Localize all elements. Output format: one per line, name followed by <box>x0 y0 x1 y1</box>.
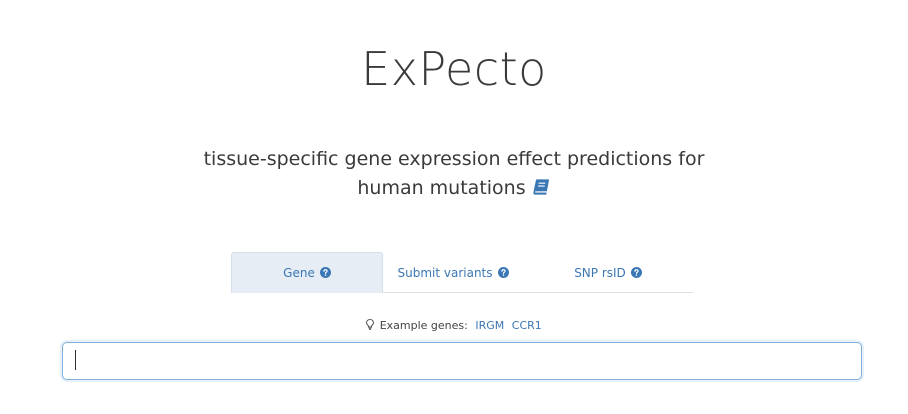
question-circle-icon[interactable] <box>319 267 331 278</box>
tab-gene-label: Gene <box>283 265 315 280</box>
example-genes-label: Example genes: <box>379 319 468 332</box>
page-title: ExPecto <box>361 42 547 96</box>
book-icon[interactable] <box>532 178 551 196</box>
example-genes: Example genes: IRGM CCR1 <box>0 319 908 332</box>
lightbulb-icon <box>366 319 375 330</box>
query-tabs: Gene Submit variants SNP rsID <box>231 252 693 293</box>
example-gene-link-irgm[interactable]: IRGM <box>475 319 504 332</box>
tab-snp-rsid[interactable]: SNP rsID <box>523 252 693 293</box>
tagline-line-2-text: human mutations <box>357 177 526 199</box>
tab-snp-rsid-label: SNP rsID <box>574 265 626 280</box>
text-cursor <box>75 350 76 370</box>
tagline-line-1: tissue-specific gene expression effect p… <box>203 148 705 170</box>
gene-search-input[interactable] <box>62 342 862 380</box>
question-circle-icon[interactable] <box>497 267 509 278</box>
example-gene-link-ccr1[interactable]: CCR1 <box>512 319 542 332</box>
tagline: tissue-specific gene expression effect p… <box>0 145 908 203</box>
tab-submit-variants-label: Submit variants <box>397 265 493 280</box>
tagline-line-2: human mutations <box>0 174 908 203</box>
question-circle-icon[interactable] <box>630 267 642 278</box>
tab-submit-variants[interactable]: Submit variants <box>383 252 523 293</box>
tab-gene[interactable]: Gene <box>231 252 383 293</box>
